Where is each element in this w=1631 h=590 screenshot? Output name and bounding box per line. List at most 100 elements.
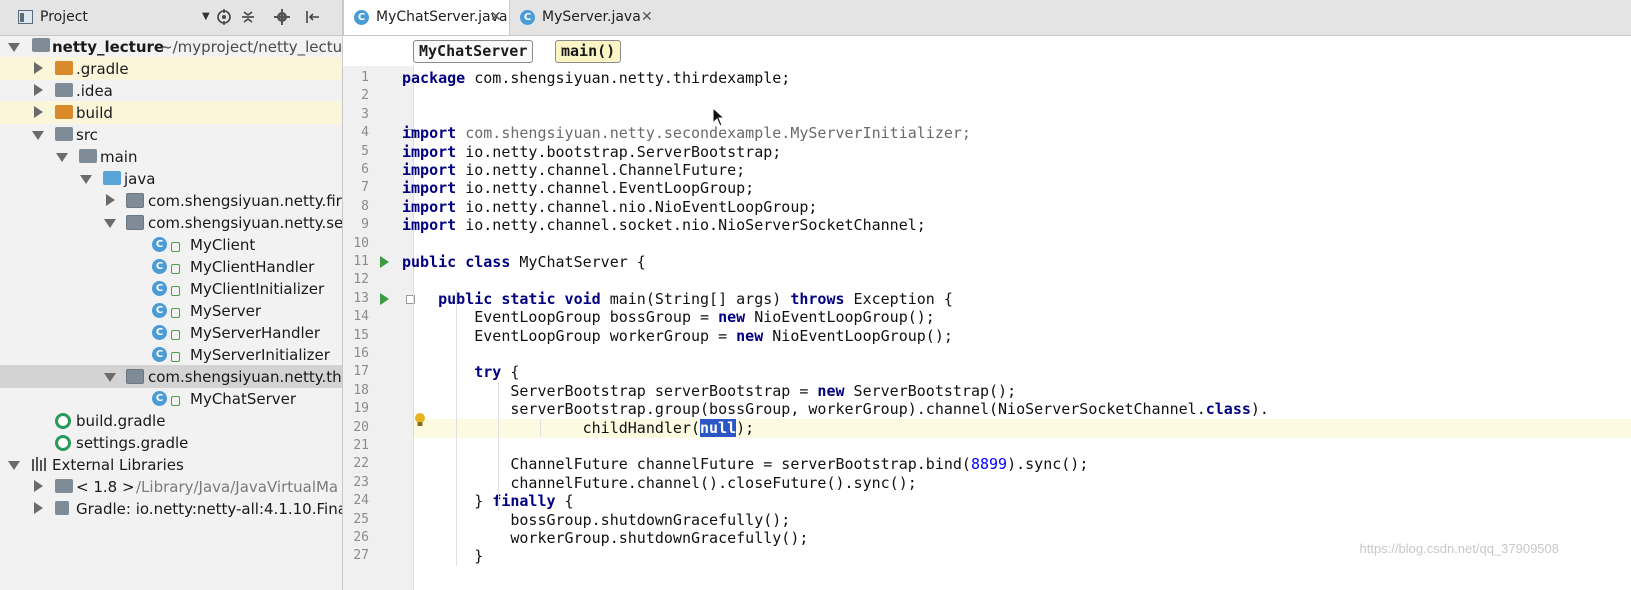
code-line[interactable]: channelFuture.channel().closeFuture().sy…: [414, 474, 1631, 493]
tree-item-netty-lecture[interactable]: netty_lecture ~/myproject/netty_lectu: [0, 35, 342, 58]
code-line[interactable]: bossGroup.shutdownGracefully();: [414, 511, 1631, 530]
code-line[interactable]: EventLoopGroup bossGroup = new NioEventL…: [414, 308, 1631, 327]
code-line-text: import com.shengsiyuan.netty.secondexamp…: [402, 124, 971, 143]
chevron-right-icon[interactable]: [34, 84, 43, 96]
chevron-right-icon[interactable]: [106, 194, 115, 206]
line-number: 17: [353, 364, 369, 380]
code-line[interactable]: public static void main(String[] args) t…: [414, 290, 1631, 309]
folder-icon: [55, 127, 73, 141]
run-class-icon[interactable]: [380, 256, 389, 268]
chevron-down-icon[interactable]: [104, 219, 116, 228]
collapse-all-icon[interactable]: [240, 9, 256, 25]
tree-item-build[interactable]: build: [0, 101, 342, 124]
tree-item-external-libraries[interactable]: External Libraries: [0, 453, 342, 476]
tree-item-label: main: [100, 148, 138, 166]
line-number: 16: [353, 346, 369, 361]
tree-item-myclient[interactable]: C MyClient: [0, 233, 342, 256]
code-token: ).sync();: [1007, 455, 1089, 474]
chevron-down-icon[interactable]: [80, 175, 92, 184]
tree-item-netty-all-library[interactable]: Gradle: io.netty:netty-all:4.1.10.Final: [0, 497, 342, 520]
chevron-down-icon[interactable]: [8, 461, 20, 470]
chevron-down-icon[interactable]: [104, 373, 116, 382]
code-line[interactable]: ServerBootstrap serverBootstrap = new Se…: [414, 382, 1631, 401]
module-path: ~/myproject/netty_lectu: [160, 38, 343, 56]
code-line[interactable]: import io.netty.channel.socket.nio.NioSe…: [402, 216, 1631, 235]
tree-item-mychatserver[interactable]: C MyChatServer: [0, 387, 342, 410]
tree-item-settings-gradle[interactable]: settings.gradle: [0, 431, 342, 454]
tab-mychatserver[interactable]: C MyChatServer.java ✕: [343, 0, 510, 35]
run-main-icon[interactable]: [380, 292, 389, 305]
hide-panel-icon[interactable]: [305, 9, 321, 25]
code-token: channelFuture.channel().closeFuture().sy…: [402, 473, 917, 492]
code-line[interactable]: [414, 106, 1631, 125]
view-dropdown-icon[interactable]: ▼: [202, 11, 210, 22]
code-line[interactable]: ChannelFuture channelFuture = serverBoot…: [414, 455, 1631, 474]
chevron-down-icon[interactable]: [8, 43, 20, 52]
tree-item-myserverhandler[interactable]: C MyServerHandler: [0, 321, 342, 344]
chevron-right-icon[interactable]: [34, 106, 43, 118]
tree-item-package-second[interactable]: com.shengsiyuan.netty.se: [0, 211, 342, 234]
tree-item-jdk[interactable]: < 1.8 > /Library/Java/JavaVirtualMa: [0, 475, 342, 498]
code-line[interactable]: import io.netty.channel.ChannelFuture;: [402, 161, 1631, 180]
chevron-right-icon[interactable]: [34, 502, 43, 514]
code-line[interactable]: [414, 345, 1631, 364]
code-line[interactable]: try {: [414, 363, 1631, 382]
close-icon[interactable]: ✕: [490, 9, 502, 25]
tree-item-label: build: [76, 104, 113, 122]
scroll-from-source-icon[interactable]: [216, 9, 232, 25]
settings-gear-icon[interactable]: [274, 9, 290, 25]
line-number: 5: [361, 143, 369, 159]
selected-token: null: [700, 418, 737, 437]
tree-item-idea[interactable]: .idea: [0, 79, 342, 102]
keyword-token: import: [402, 179, 457, 198]
code-line[interactable]: [414, 235, 1631, 254]
code-line[interactable]: package com.shengsiyuan.netty.thirdexamp…: [402, 69, 1631, 88]
tree-item-myclienthandler[interactable]: C MyClientHandler: [0, 255, 342, 278]
project-view-icon[interactable]: [18, 10, 33, 24]
code-token: ChannelFuture channelFuture = serverBoot…: [402, 455, 971, 474]
tree-item-main[interactable]: main: [0, 145, 342, 168]
code-area[interactable]: package com.shengsiyuan.netty.thirdexamp…: [402, 66, 1631, 590]
access-icon: [171, 396, 180, 406]
chevron-right-icon[interactable]: [34, 480, 43, 492]
code-line[interactable]: public class MyChatServer {: [402, 253, 1631, 272]
tree-item-build-gradle[interactable]: build.gradle: [0, 409, 342, 432]
breadcrumb-class[interactable]: MyChatServer: [413, 40, 534, 63]
code-line[interactable]: childHandler(null);: [414, 418, 1631, 438]
lightbulb-icon[interactable]: [414, 412, 426, 428]
chevron-right-icon[interactable]: [34, 62, 43, 74]
chevron-down-icon[interactable]: [32, 131, 44, 140]
line-number: 23: [353, 474, 369, 490]
code-line[interactable]: EventLoopGroup workerGroup = new NioEven…: [414, 327, 1631, 346]
code-line[interactable]: import io.netty.channel.EventLoopGroup;: [402, 179, 1631, 198]
tree-item-myclientinitializer[interactable]: C MyClientInitializer: [0, 277, 342, 300]
project-title[interactable]: Project: [40, 9, 88, 25]
close-icon[interactable]: ✕: [641, 9, 653, 25]
tab-myserver[interactable]: C MyServer.java ✕: [510, 0, 660, 35]
tree-item-label: com.shengsiyuan.netty.th: [148, 368, 342, 386]
tree-item-gradle-dir[interactable]: .gradle: [0, 57, 342, 80]
code-line[interactable]: import com.shengsiyuan.netty.secondexamp…: [402, 124, 1631, 143]
code-line[interactable]: } finally {: [414, 492, 1631, 511]
tree-item-package-first[interactable]: com.shengsiyuan.netty.fir: [0, 189, 342, 212]
line-number: 21: [353, 438, 369, 453]
code-line[interactable]: import io.netty.channel.nio.NioEventLoop…: [402, 198, 1631, 217]
code-line[interactable]: [414, 437, 1631, 456]
tree-item-java[interactable]: java: [0, 167, 342, 190]
code-line[interactable]: serverBootstrap.group(bossGroup, workerG…: [414, 400, 1631, 419]
keyword-token: import: [402, 142, 457, 161]
breadcrumb-method[interactable]: main(): [555, 40, 622, 63]
code-line-text: public static void main(String[] args) t…: [402, 290, 953, 309]
project-header: Project ▼: [0, 0, 342, 36]
code-line[interactable]: import io.netty.bootstrap.ServerBootstra…: [402, 143, 1631, 162]
tree-item-src[interactable]: src: [0, 123, 342, 146]
line-number: 27: [353, 548, 369, 564]
chevron-down-icon[interactable]: [56, 153, 68, 162]
code-line[interactable]: [414, 271, 1631, 290]
tree-item-myserver[interactable]: C MyServer: [0, 299, 342, 322]
tree-item-myserverinitializer[interactable]: C MyServerInitializer: [0, 343, 342, 366]
line-number: 15: [353, 327, 369, 343]
code-line-text: ChannelFuture channelFuture = serverBoot…: [402, 455, 1088, 474]
tree-item-package-third[interactable]: com.shengsiyuan.netty.th: [0, 365, 342, 388]
code-line[interactable]: [414, 87, 1631, 106]
